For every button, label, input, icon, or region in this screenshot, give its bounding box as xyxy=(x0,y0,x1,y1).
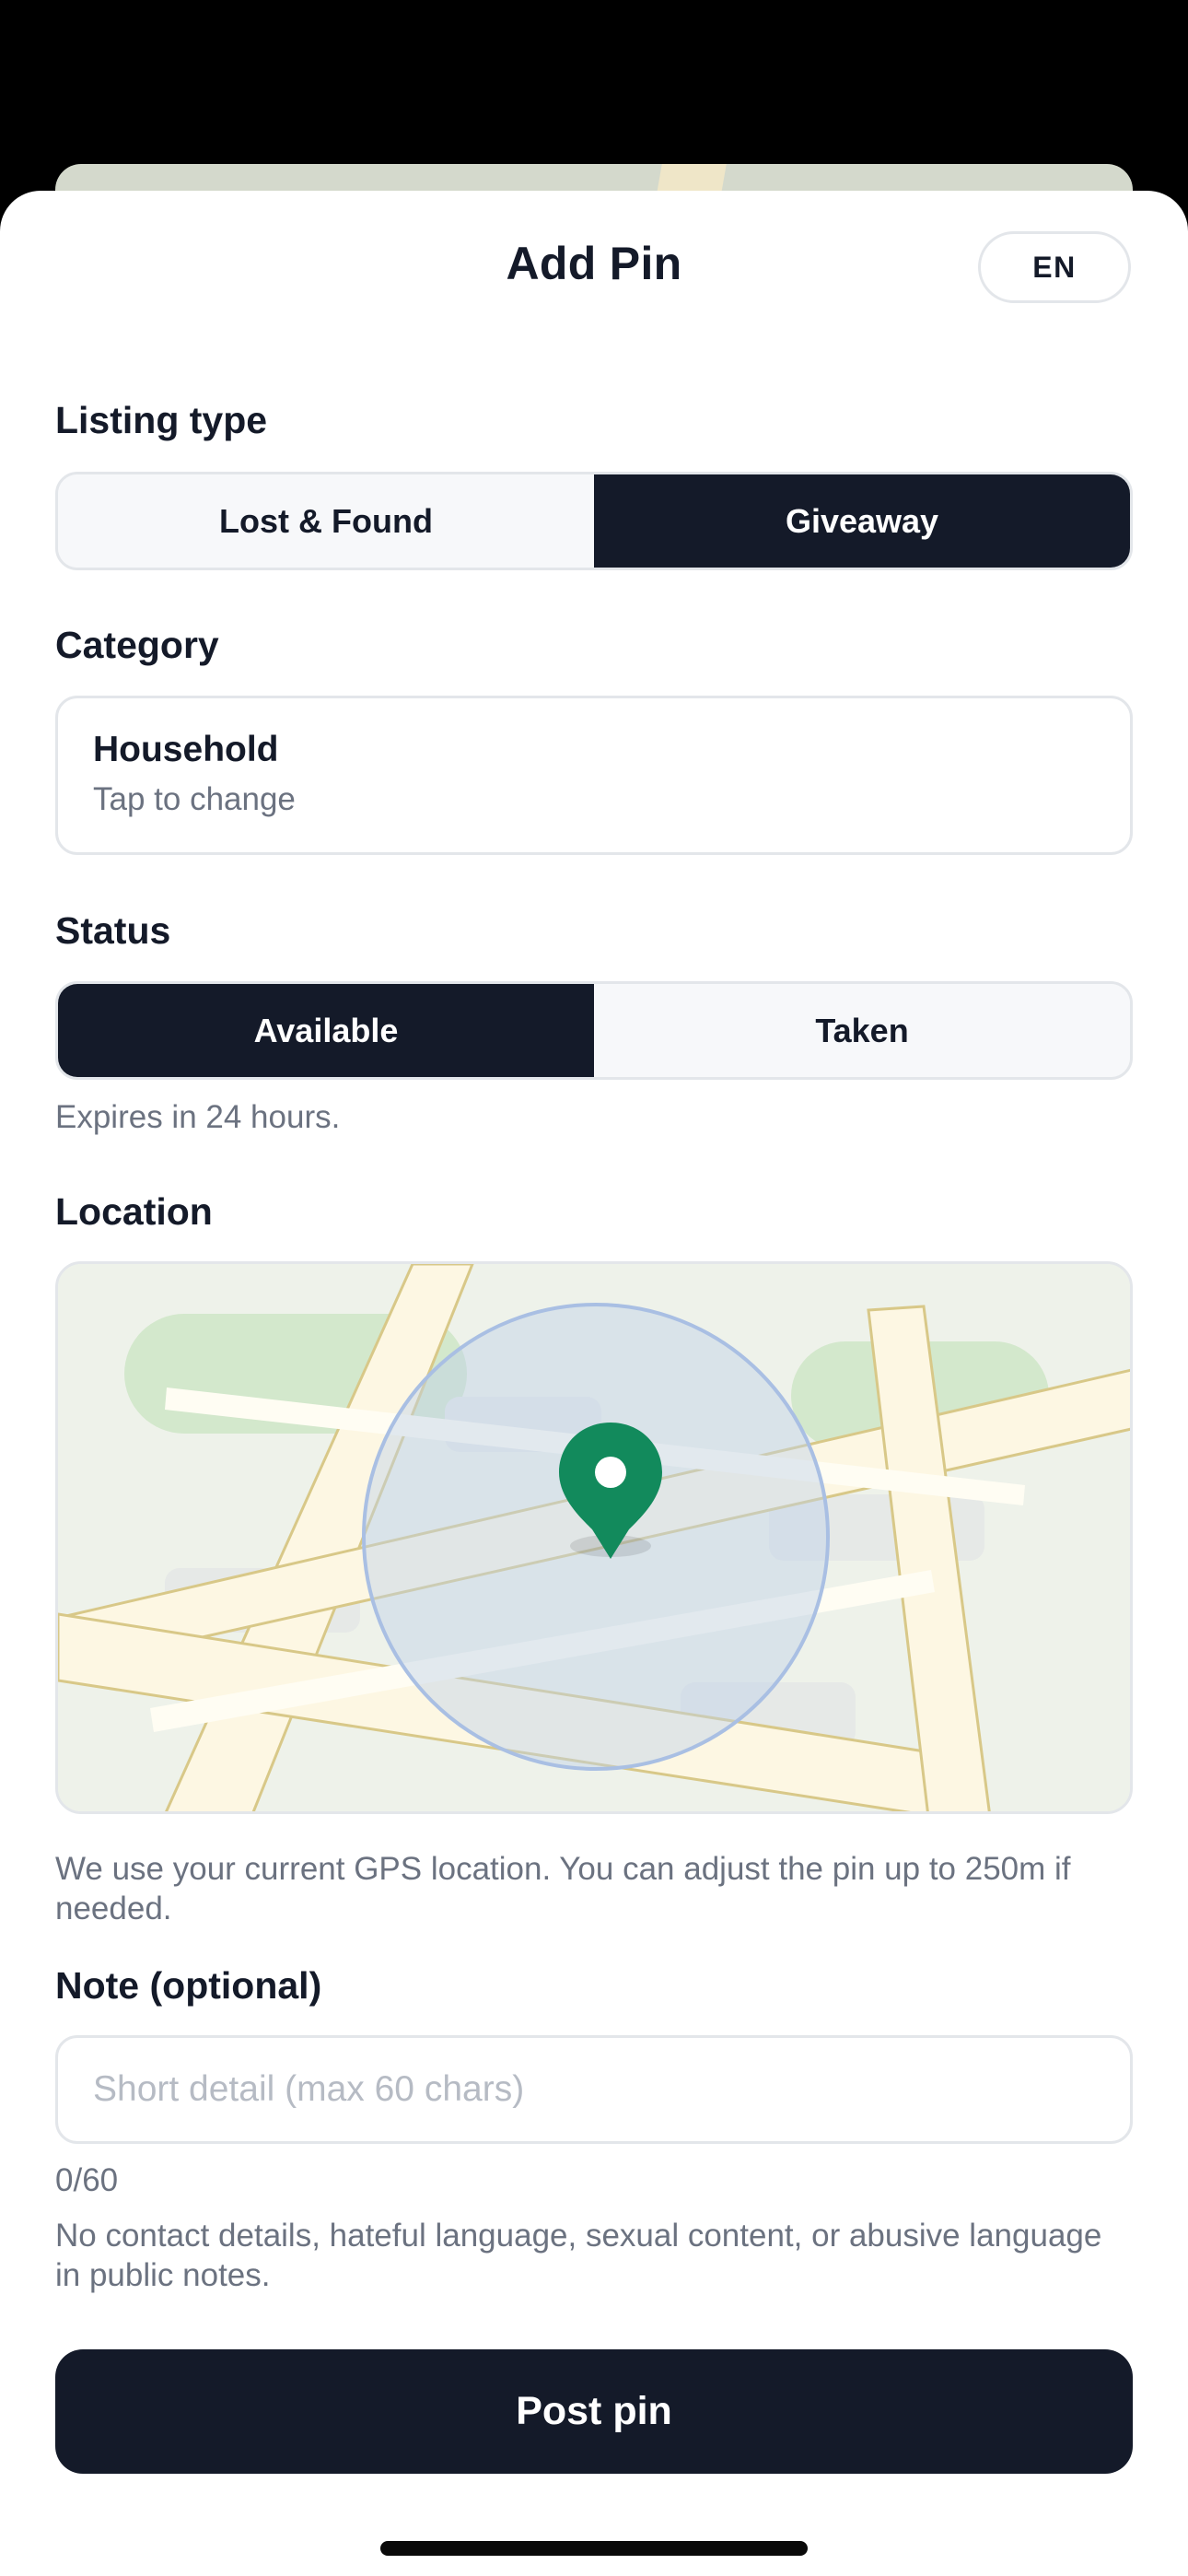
language-button[interactable]: EN xyxy=(978,231,1131,303)
note-label: Note (optional) xyxy=(55,1964,322,2007)
home-indicator xyxy=(380,2541,808,2556)
map-canvas xyxy=(58,1264,1130,1811)
note-counter: 0/60 xyxy=(55,2162,119,2198)
post-pin-button[interactable]: Post pin xyxy=(55,2349,1133,2474)
listing-type-label: Listing type xyxy=(55,399,268,441)
listing-type-lost-found[interactable]: Lost & Found xyxy=(58,474,594,568)
location-map[interactable] xyxy=(55,1261,1133,1814)
status-segmented-control: Available Taken xyxy=(55,981,1133,1080)
category-label: Category xyxy=(55,624,219,666)
category-selector[interactable]: Household Tap to change xyxy=(55,696,1133,855)
location-label: Location xyxy=(55,1190,213,1233)
status-available[interactable]: Available xyxy=(58,984,594,1077)
add-pin-sheet: Add Pin EN Listing type Lost & Found Giv… xyxy=(0,191,1188,2576)
status-taken[interactable]: Taken xyxy=(594,984,1130,1077)
expiry-text: Expires in 24 hours. xyxy=(55,1099,341,1135)
category-value: Household xyxy=(93,730,279,769)
note-policy-text: No contact details, hateful language, se… xyxy=(55,2218,1102,2293)
category-hint: Tap to change xyxy=(93,781,296,817)
listing-type-segmented-control: Lost & Found Giveaway xyxy=(55,472,1133,570)
listing-type-giveaway[interactable]: Giveaway xyxy=(594,474,1130,568)
screen: Add Pin EN Listing type Lost & Found Giv… xyxy=(0,0,1188,2576)
location-help-text: We use your current GPS location. You ca… xyxy=(55,1851,1071,1926)
note-input[interactable] xyxy=(55,2035,1133,2144)
status-label: Status xyxy=(55,909,171,952)
